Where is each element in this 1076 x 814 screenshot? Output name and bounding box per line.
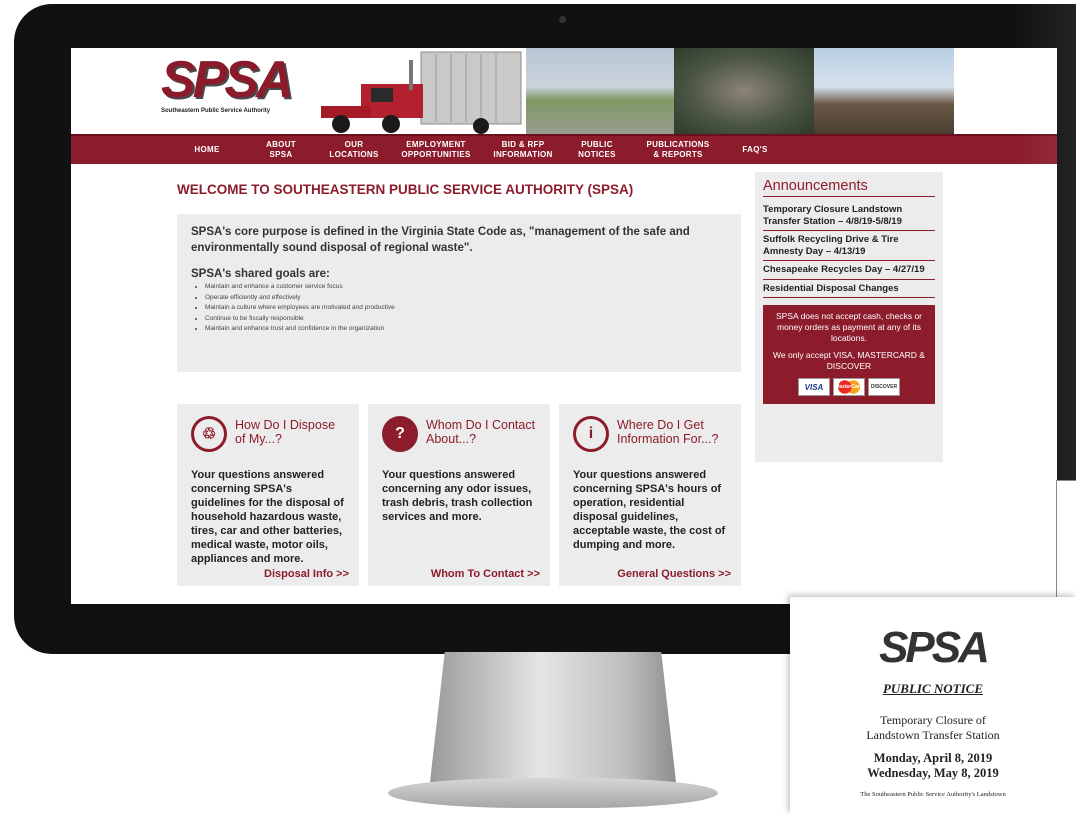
list-item: Maintain a culture where employees are m… bbox=[205, 303, 727, 314]
monitor-frame: SPSA Southeastern Public Service Authori… bbox=[14, 4, 1076, 654]
list-item: Continue to be fiscally responsible bbox=[205, 314, 727, 325]
payment-notice: SPSA does not accept cash, checks or mon… bbox=[763, 305, 935, 404]
notice-body: The Southeastern Public Service Authorit… bbox=[860, 791, 1006, 798]
list-item: Maintain and enhance trust and confidenc… bbox=[205, 324, 727, 335]
notice-dates: Monday, April 8, 2019 Wednesday, May 8, … bbox=[790, 751, 1076, 781]
general-questions-link[interactable]: General Questions >> bbox=[617, 568, 731, 580]
public-notice-document: SPSA PUBLIC NOTICE Temporary Closure of … bbox=[790, 597, 1076, 814]
announcement-link[interactable]: Suffolk Recycling Drive & Tire Amnesty D… bbox=[763, 231, 935, 261]
monitor-base bbox=[388, 778, 718, 808]
card-logos: VISA MasterCard DISCOVER bbox=[769, 378, 929, 396]
nav-publications[interactable]: PUBLICATIONS & REPORTS bbox=[631, 140, 725, 160]
truck-photo bbox=[301, 48, 526, 134]
list-item: Maintain and enhance a customer service … bbox=[205, 282, 727, 293]
webcam bbox=[559, 16, 566, 23]
notice-subtitle-line: Temporary Closure of bbox=[880, 713, 986, 727]
notice-subtitle: Temporary Closure of Landstown Transfer … bbox=[790, 713, 1076, 743]
notice-logo: SPSA bbox=[879, 623, 990, 672]
payment-note: SPSA does not accept cash, checks or mon… bbox=[776, 311, 922, 343]
goals-list: Maintain and enhance a customer service … bbox=[191, 282, 727, 335]
nav-locations[interactable]: OUR LOCATIONS bbox=[319, 140, 389, 160]
info-icon: i bbox=[573, 416, 609, 452]
page-title: WELCOME TO SOUTHEASTERN PUBLIC SERVICE A… bbox=[177, 182, 634, 197]
aerial-photo bbox=[674, 48, 814, 134]
card-body: Your questions answered concerning any o… bbox=[382, 469, 533, 523]
browser-screen: SPSA Southeastern Public Service Authori… bbox=[71, 48, 1057, 604]
main-nav: HOME ABOUT SPSA OUR LOCATIONS EMPLOYMENT… bbox=[71, 134, 1057, 164]
card-title[interactable]: Whom Do I Contact About...? bbox=[426, 418, 536, 446]
facility-photo bbox=[526, 48, 674, 134]
mastercard-logo: MasterCard bbox=[833, 378, 865, 396]
announcement-link[interactable]: Temporary Closure Landstown Transfer Sta… bbox=[763, 201, 935, 231]
notice-date-line: Monday, April 8, 2019 bbox=[873, 751, 993, 765]
card-title[interactable]: Where Do I Get Information For...? bbox=[617, 418, 727, 446]
nav-bid-rfp[interactable]: BID & RFP INFORMATION bbox=[483, 140, 563, 160]
site-header: SPSA Southeastern Public Service Authori… bbox=[71, 48, 1057, 134]
disposal-info-link[interactable]: Disposal Info >> bbox=[264, 568, 349, 580]
monitor-stand bbox=[430, 652, 676, 782]
landfill-photo bbox=[814, 48, 954, 134]
announcements-sidebar: Announcements Temporary Closure Landstow… bbox=[755, 172, 943, 462]
notice-subtitle-line: Landstown Transfer Station bbox=[866, 728, 1000, 742]
notice-date-line: Wednesday, May 8, 2019 bbox=[867, 766, 999, 780]
card-body: Your questions answered concerning SPSA'… bbox=[191, 469, 344, 565]
information-card: i Where Do I Get Information For...? You… bbox=[559, 404, 741, 586]
nav-faq[interactable]: FAQ'S bbox=[725, 145, 785, 155]
intro-panel: SPSA's core purpose is defined in the Vi… bbox=[177, 214, 741, 372]
dispose-card: ♲ How Do I Dispose of My...? Your questi… bbox=[177, 404, 359, 586]
recycle-person-icon: ♲ bbox=[191, 416, 227, 452]
card-title[interactable]: How Do I Dispose of My...? bbox=[235, 418, 345, 446]
card-body: Your questions answered concerning SPSA'… bbox=[573, 469, 726, 551]
nav-about[interactable]: ABOUT SPSA bbox=[243, 140, 319, 160]
intro-text: SPSA's core purpose is defined in the Vi… bbox=[191, 226, 690, 254]
announcement-link[interactable]: Chesapeake Recycles Day – 4/27/19 bbox=[763, 261, 935, 280]
whom-to-contact-link[interactable]: Whom To Contact >> bbox=[431, 568, 540, 580]
nav-public-notices[interactable]: PUBLIC NOTICES bbox=[563, 140, 631, 160]
payment-accept: We only accept VISA, MASTERCARD & DISCOV… bbox=[773, 350, 925, 371]
announcements-heading: Announcements bbox=[763, 178, 935, 197]
contact-card: ? Whom Do I Contact About...? Your quest… bbox=[368, 404, 550, 586]
goals-heading: SPSA's shared goals are: bbox=[191, 268, 330, 280]
nav-home[interactable]: HOME bbox=[171, 145, 243, 155]
notice-title: PUBLIC NOTICE bbox=[882, 681, 984, 696]
list-item: Operate efficiently and effectively bbox=[205, 293, 727, 304]
discover-logo: DISCOVER bbox=[868, 378, 900, 396]
nav-employment[interactable]: EMPLOYMENT OPPORTUNITIES bbox=[389, 140, 483, 160]
announcement-link[interactable]: Residential Disposal Changes bbox=[763, 280, 935, 298]
visa-logo: VISA bbox=[798, 378, 830, 396]
question-bag-icon: ? bbox=[382, 416, 418, 452]
